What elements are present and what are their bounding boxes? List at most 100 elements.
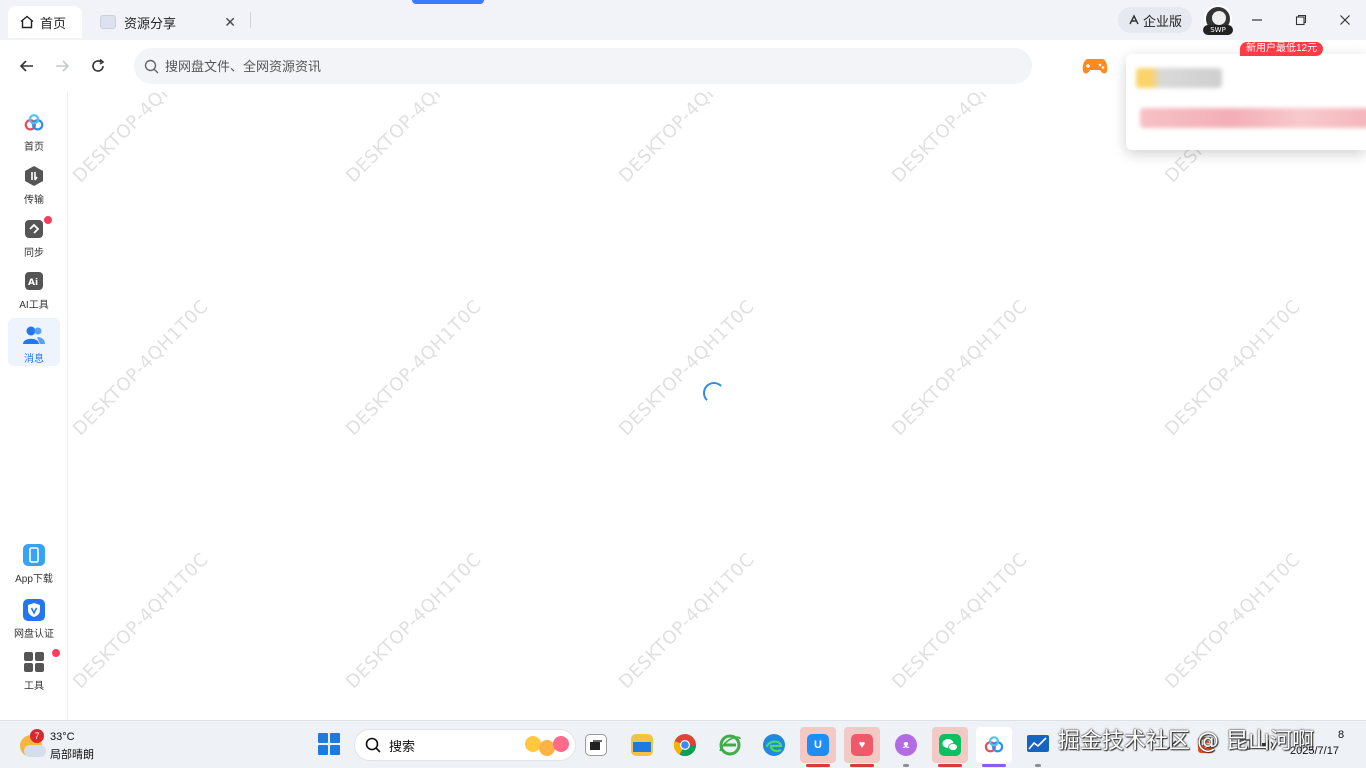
sidebar-item-sync[interactable]: 同步 [8, 216, 60, 264]
user-popover [1126, 54, 1366, 150]
page-icon [100, 15, 116, 29]
taskbar-app-taskview[interactable] [578, 727, 614, 763]
sidebar-item-ai-tools[interactable]: Ai AI工具 [8, 268, 60, 316]
windows-taskbar: 7 33°C 局部晴朗 搜索 U ♥ ᴥ 中 掘金技术社区 @ 昆山河啊 8 2… [0, 720, 1366, 768]
tab-resource-share[interactable]: 资源分享 ✕ [96, 6, 246, 38]
enterprise-icon [1129, 14, 1139, 25]
weather-badge: 7 [30, 729, 44, 743]
active-indicator [982, 764, 1006, 767]
weather-cloud-icon [24, 745, 46, 757]
enterprise-label: 企业版 [1142, 13, 1182, 29]
taskbar-app-blue[interactable]: U [800, 727, 836, 767]
app-blue-icon: U [807, 734, 829, 756]
close-tab-icon[interactable]: ✕ [224, 14, 236, 31]
taskbar-app-netdisk[interactable] [976, 727, 1012, 767]
blurred-membership-info [1140, 108, 1366, 128]
active-indicator [806, 764, 830, 767]
taskbar-search[interactable]: 搜索 [354, 729, 576, 761]
taskbar-app-red[interactable]: ♥ [844, 727, 880, 767]
sidebar-item-app-download-label: App下载 [15, 574, 53, 585]
sync-notification-dot [44, 216, 52, 224]
sidebar-item-home[interactable]: 首页 [8, 110, 60, 158]
watermark: DESKTOP-4QH1T0C [1161, 296, 1305, 440]
close-window-icon[interactable] [1333, 8, 1357, 32]
app-heart-icon: ♥ [851, 734, 873, 756]
message-icon [23, 324, 45, 346]
sidebar-item-home-label: 首页 [24, 142, 44, 153]
search-icon [365, 737, 381, 753]
forward-arrow-icon[interactable] [50, 54, 74, 78]
watermark: DESKTOP-4QH1T0C [69, 549, 213, 693]
watermark: DESKTOP-4QH1T0C [69, 92, 213, 187]
taskbar-app-ie[interactable] [712, 727, 748, 763]
sidebar-item-verify-label: 网盘认证 [14, 629, 54, 640]
weather-widget[interactable]: 7 33°C 局部晴朗 [18, 729, 108, 763]
search-icon [144, 59, 159, 73]
restore-icon[interactable] [1289, 8, 1313, 32]
folder-icon [631, 734, 653, 756]
taskbar-app-chrome[interactable] [667, 727, 703, 763]
sidebar-item-messages[interactable]: 消息 [8, 318, 60, 366]
wechat-icon [939, 734, 961, 756]
windows-start-icon[interactable] [318, 733, 340, 755]
svg-text:Ai: Ai [28, 278, 38, 288]
watermark: DESKTOP-4QH1T0C [1161, 549, 1305, 693]
sidebar-item-tools-label: 工具 [24, 681, 44, 692]
ie-icon [719, 734, 741, 756]
back-arrow-icon[interactable] [15, 54, 39, 78]
sidebar-item-transfer[interactable]: 传输 [8, 163, 60, 211]
phone-icon [23, 544, 45, 566]
transfer-icon [23, 165, 45, 187]
watermark: DESKTOP-4QH1T0C [615, 296, 759, 440]
weather-temperature: 33°C [50, 731, 75, 743]
taskbar-app-cat[interactable]: ᴥ [888, 727, 924, 767]
tab-home[interactable]: 首页 [8, 6, 82, 38]
taskbar-app-monitor[interactable] [1020, 727, 1056, 767]
game-controller-icon[interactable] [1082, 56, 1108, 76]
sidebar-item-messages-label: 消息 [24, 354, 44, 365]
watermark: DESKTOP-4QH1T0C [888, 296, 1032, 440]
search-bar[interactable] [134, 48, 1032, 84]
home-cloud-icon [23, 112, 45, 134]
sidebar-item-sync-label: 同步 [24, 248, 44, 259]
taskbar-app-edge[interactable] [756, 727, 792, 763]
promo-badge[interactable]: 新用户最低12元 [1240, 42, 1324, 56]
taskbar-app-explorer[interactable] [624, 727, 660, 763]
avatar-tag: SWP [1203, 25, 1233, 35]
watermark: DESKTOP-4QH1T0C [342, 92, 486, 187]
tools-icon [23, 651, 45, 673]
sidebar-item-tools[interactable]: 工具 [8, 649, 60, 697]
avatar-face [1212, 11, 1226, 25]
running-indicator [1035, 764, 1041, 767]
minimize-icon[interactable] [1245, 8, 1269, 32]
enterprise-button[interactable]: 企业版 [1118, 7, 1192, 33]
verify-icon [23, 599, 45, 621]
blurred-username [1136, 68, 1222, 88]
sidebar-item-app-download[interactable]: App下载 [6, 542, 62, 590]
watermark: DESKTOP-4QH1T0C [615, 549, 759, 693]
sync-icon [23, 218, 45, 240]
emoji-decoration [525, 736, 569, 756]
clock-time[interactable]: 8 [1338, 729, 1344, 741]
weather-description: 局部晴朗 [50, 749, 94, 761]
taskbar-app-wechat[interactable] [932, 727, 968, 767]
tools-notification-dot [52, 649, 60, 657]
tab-home-label: 首页 [40, 15, 67, 31]
tab-resource-share-label: 资源分享 [124, 15, 177, 31]
chart-monitor-icon [1027, 735, 1049, 752]
active-indicator [938, 764, 962, 767]
brand-watermark-overlay: 掘金技术社区 @ 昆山河啊 [1058, 729, 1314, 754]
refresh-icon[interactable] [86, 54, 110, 78]
search-input[interactable] [165, 58, 985, 74]
watermark: DESKTOP-4QH1T0C [615, 92, 759, 187]
sidebar-item-verify[interactable]: 网盘认证 [6, 597, 62, 645]
home-icon [20, 15, 34, 29]
main-content: DESKTOP-4QH1T0C DESKTOP-4QH1T0C DESKTOP-… [69, 92, 1366, 720]
running-indicator [903, 764, 909, 767]
sidebar-item-transfer-label: 传输 [24, 195, 44, 206]
top-indicator [412, 0, 484, 4]
loading-spinner [703, 382, 725, 404]
chrome-icon [673, 734, 696, 756]
sidebar: 首页 传输 同步 Ai AI工具 消息 App下载 网盘认证 工具 [0, 92, 68, 720]
clock-date[interactable]: 2025/7/17 [1290, 745, 1339, 757]
